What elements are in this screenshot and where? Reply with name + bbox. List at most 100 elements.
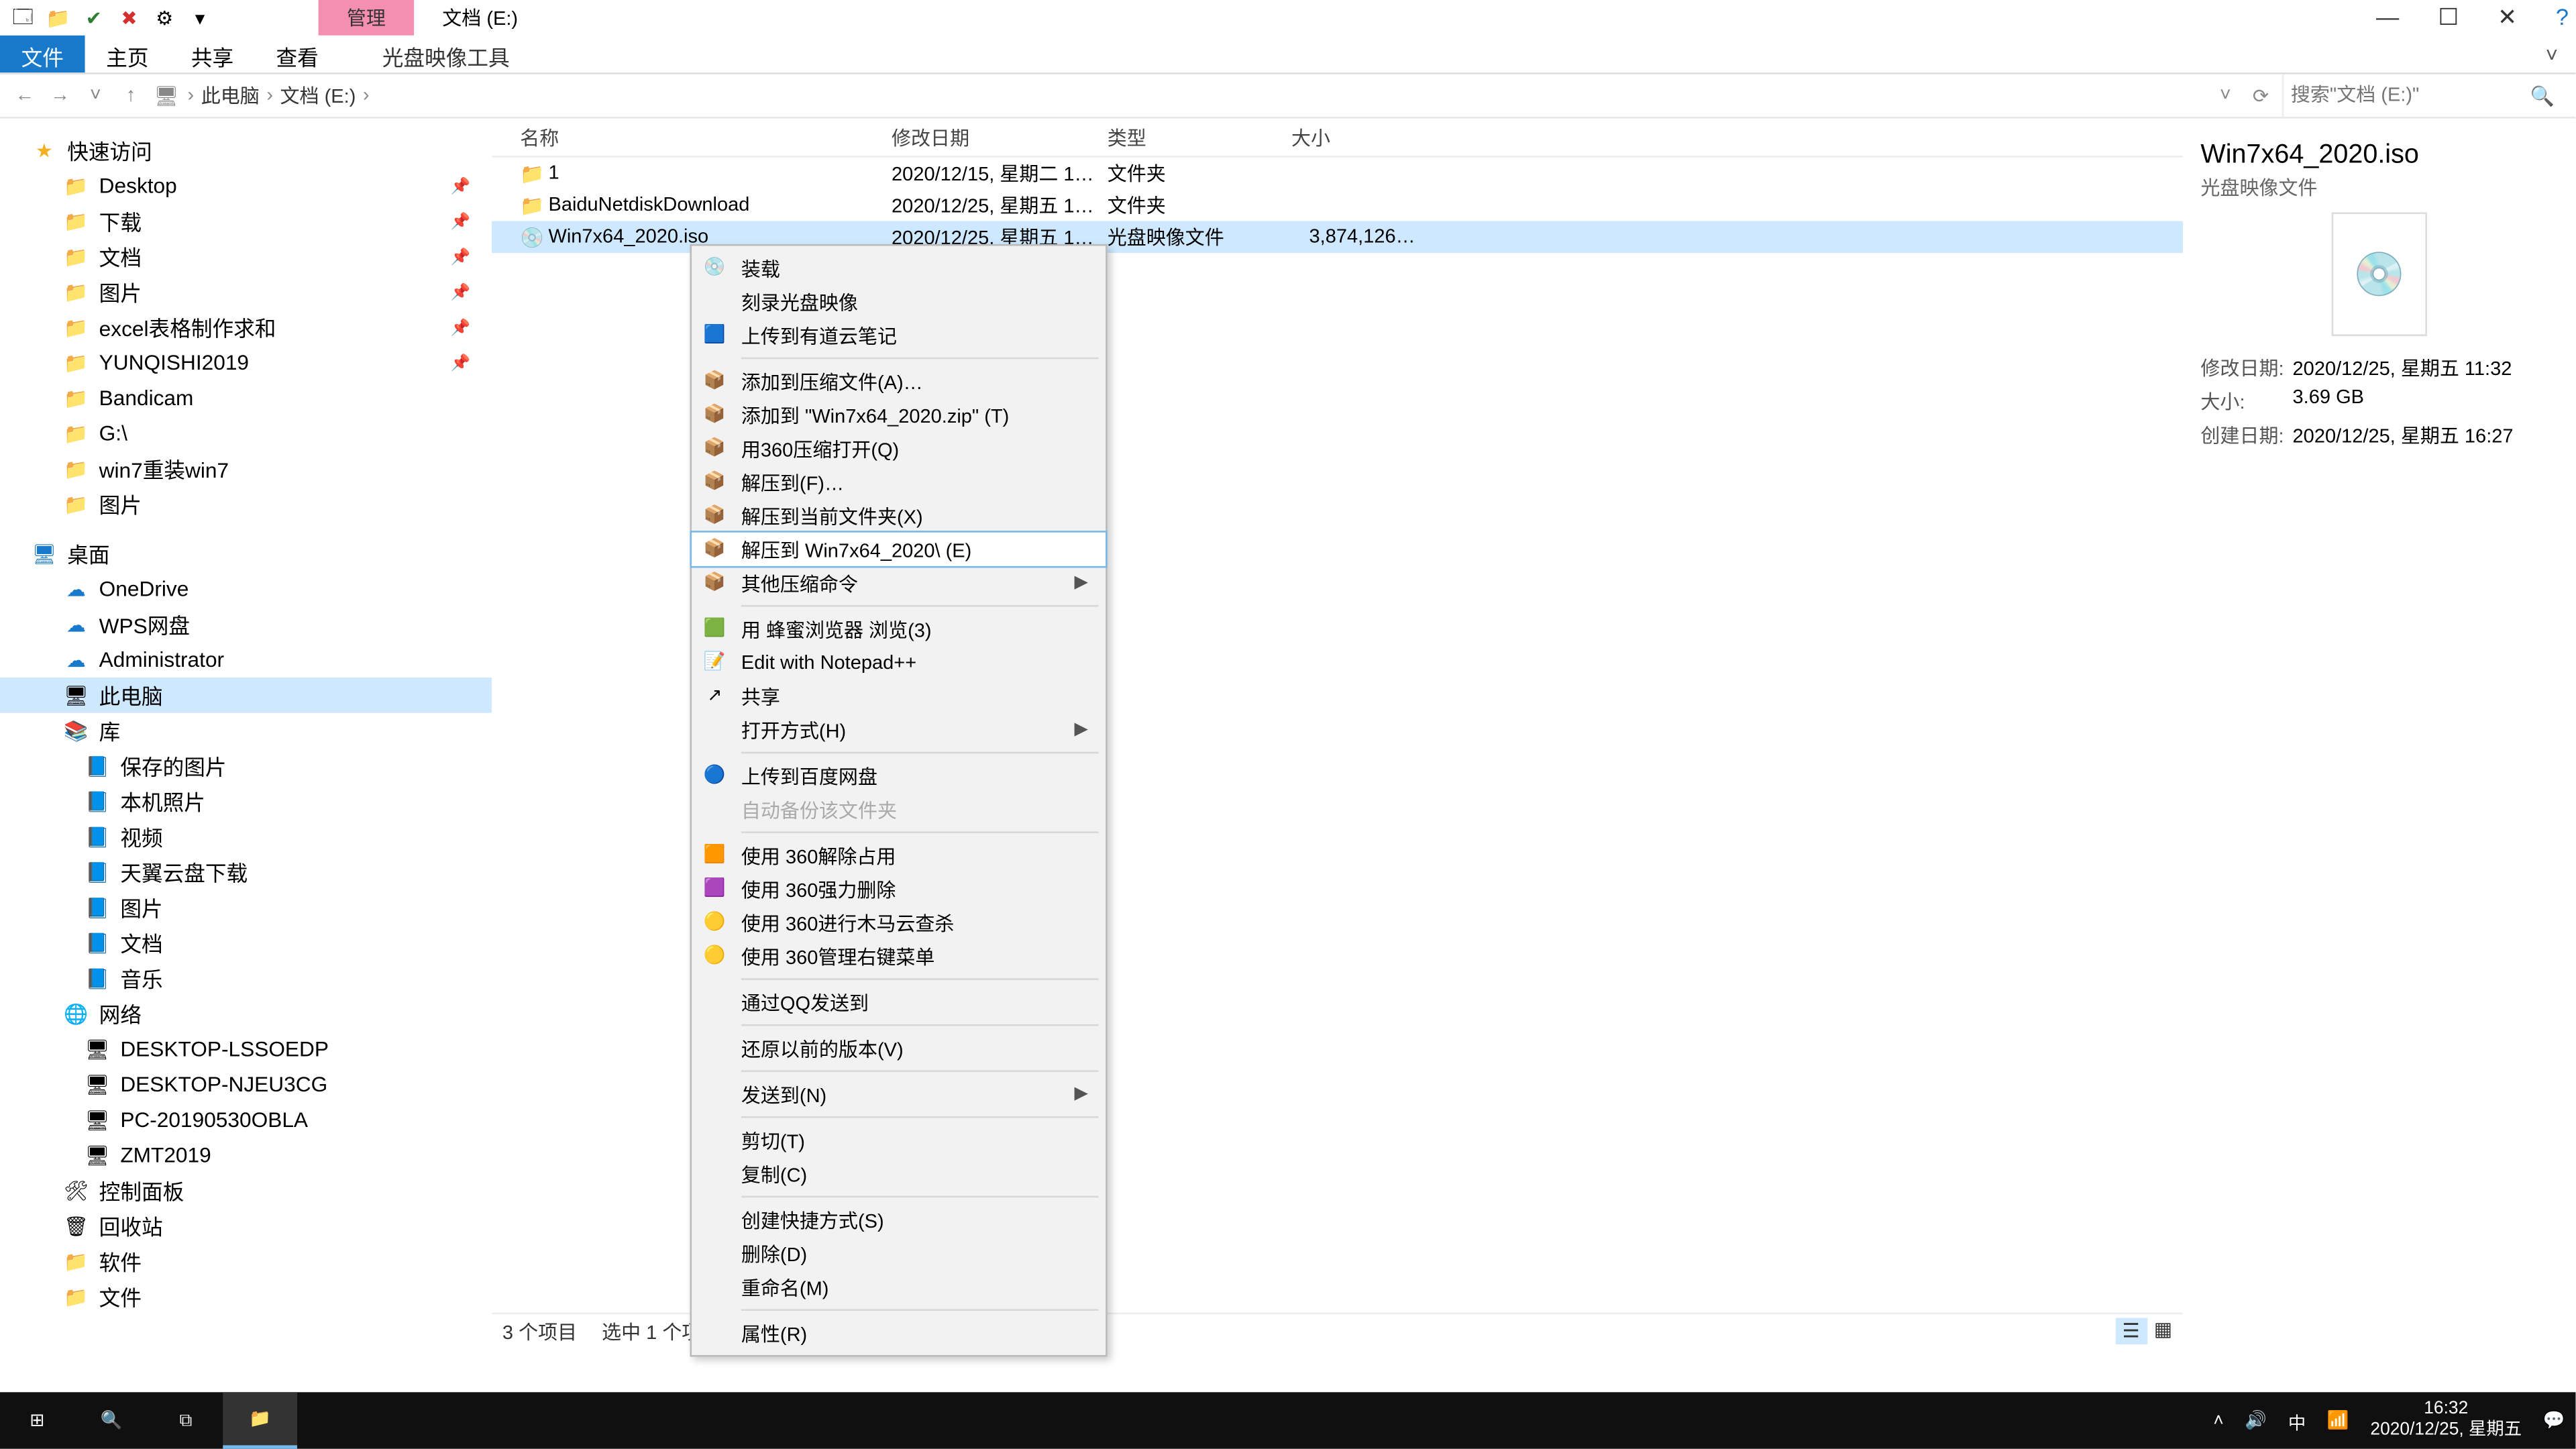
up-button[interactable]: ↑ <box>117 85 145 107</box>
menu-item[interactable]: 打开方式(H)▶ <box>692 713 1106 747</box>
nav-quick-item[interactable]: 📁文档📌 <box>0 239 492 274</box>
maximize-button[interactable]: ☐ <box>2438 3 2459 32</box>
nav-software-folder[interactable]: 📁软件 <box>0 1244 492 1279</box>
col-name[interactable]: 名称 <box>520 123 892 151</box>
context-tab-manage[interactable]: 管理 <box>319 0 414 36</box>
close-button[interactable]: ✕ <box>2498 3 2517 32</box>
menu-item[interactable]: 发送到(N)▶ <box>692 1077 1106 1111</box>
nav-library-item[interactable]: 📘天翼云盘下载 <box>0 855 492 890</box>
ribbon-tab-share[interactable]: 共享 <box>170 36 255 72</box>
close-file-icon[interactable]: ✖ <box>117 5 142 30</box>
menu-item[interactable]: 还原以前的版本(V) <box>692 1031 1106 1065</box>
col-type[interactable]: 类型 <box>1108 123 1291 151</box>
nav-libraries[interactable]: 📚库 <box>0 713 492 749</box>
ribbon-tab-file[interactable]: 文件 <box>0 36 85 72</box>
ribbon-expand-icon[interactable]: ˅ <box>2528 36 2575 72</box>
ime-indicator[interactable]: 中 <box>2288 1407 2306 1434</box>
menu-item[interactable]: 📦解压到 Win7x64_2020\ (E) <box>692 533 1106 566</box>
breadcrumb-current[interactable]: 文档 (E:) <box>280 81 356 109</box>
nav-this-pc[interactable]: 🖥此电脑 <box>0 678 492 713</box>
nav-network-item[interactable]: 🖥DESKTOP-NJEU3CG <box>0 1067 492 1102</box>
breadcrumb-thispc[interactable]: 此电脑 <box>201 81 260 109</box>
menu-item[interactable]: 🟡使用 360管理右键菜单 <box>692 939 1106 973</box>
nav-quick-item[interactable]: 📁win7重装win7 <box>0 451 492 486</box>
nav-network-item[interactable]: 🖥PC-20190530OBLA <box>0 1102 492 1138</box>
nav-quick-access[interactable]: ★快速访问 <box>0 133 492 168</box>
menu-item[interactable]: 🟡使用 360进行木马云查杀 <box>692 906 1106 939</box>
nav-quick-item[interactable]: 📁excel表格制作求和📌 <box>0 309 492 345</box>
menu-item[interactable]: 📦解压到当前文件夹(X) <box>692 499 1106 533</box>
nav-library-item[interactable]: 📘图片 <box>0 890 492 925</box>
ribbon-tab-home[interactable]: 主页 <box>85 36 170 72</box>
menu-item[interactable]: 剪切(T) <box>692 1123 1106 1157</box>
view-details-button[interactable]: ☰ <box>2115 1318 2147 1345</box>
search-box[interactable]: 🔍 <box>2282 74 2565 117</box>
menu-item[interactable]: 复制(C) <box>692 1157 1106 1191</box>
menu-item[interactable]: 🟦上传到有道云笔记 <box>692 319 1106 352</box>
nav-quick-item[interactable]: 📁Desktop📌 <box>0 168 492 204</box>
nav-network[interactable]: 🌐网络 <box>0 996 492 1032</box>
menu-item[interactable]: 📦添加到 "Win7x64_2020.zip" (T) <box>692 398 1106 431</box>
nav-library-item[interactable]: 📘保存的图片 <box>0 748 492 784</box>
address-dropdown-icon[interactable]: ˅ <box>2211 85 2239 107</box>
forward-button[interactable]: → <box>46 85 74 107</box>
menu-item[interactable]: 💿装载 <box>692 251 1106 284</box>
menu-item[interactable]: 通过QQ发送到 <box>692 985 1106 1019</box>
network-tray-icon[interactable]: 📶 <box>2327 1411 2349 1430</box>
nav-files-folder[interactable]: 📁文件 <box>0 1279 492 1315</box>
minimize-button[interactable]: — <box>2376 3 2399 32</box>
nav-quick-item[interactable]: 📁YUNQISHI2019📌 <box>0 345 492 380</box>
nav-library-item[interactable]: 📘文档 <box>0 925 492 961</box>
notification-center-icon[interactable]: 💬 <box>2543 1411 2565 1430</box>
menu-item[interactable]: 📦解压到(F)… <box>692 466 1106 499</box>
file-row[interactable]: 📁BaiduNetdiskDownload2020/12/25, 星期五 1…文… <box>492 189 2183 221</box>
start-button[interactable]: ⊞ <box>0 1392 74 1448</box>
nav-desktop[interactable]: 🖥桌面 <box>0 536 492 572</box>
qat-dropdown-icon[interactable]: ▾ <box>188 5 213 30</box>
menu-item[interactable]: 刻录光盘映像 <box>692 285 1106 319</box>
explorer-taskbar-button[interactable]: 📁 <box>223 1392 297 1448</box>
menu-item[interactable]: 🔵上传到百度网盘 <box>692 759 1106 792</box>
nav-library-item[interactable]: 📘本机照片 <box>0 784 492 819</box>
menu-item[interactable]: 🟧使用 360解除占用 <box>692 839 1106 872</box>
menu-item[interactable]: 属性(R) <box>692 1316 1106 1350</box>
nav-recycle-bin[interactable]: 🗑回收站 <box>0 1208 492 1244</box>
menu-item[interactable]: 📦其他压缩命令▶ <box>692 566 1106 600</box>
nav-library-item[interactable]: 📘视频 <box>0 819 492 855</box>
folder-icon[interactable]: 📁 <box>46 5 71 30</box>
nav-quick-item[interactable]: 📁下载📌 <box>0 203 492 239</box>
menu-item[interactable]: 删除(D) <box>692 1236 1106 1270</box>
menu-item[interactable]: 创建快捷方式(S) <box>692 1203 1106 1236</box>
file-row[interactable]: 📁12020/12/15, 星期二 1…文件夹 <box>492 158 2183 189</box>
nav-network-item[interactable]: 🖥DESKTOP-LSSOEDP <box>0 1031 492 1067</box>
menu-item[interactable]: 📦用360压缩打开(Q) <box>692 431 1106 465</box>
col-modified[interactable]: 修改日期 <box>892 123 1108 151</box>
nav-library-item[interactable]: 📘音乐 <box>0 961 492 996</box>
nav-quick-item[interactable]: 📁G:\ <box>0 416 492 451</box>
nav-desktop-item[interactable]: ☁Administrator <box>0 642 492 678</box>
search-icon[interactable]: 🔍 <box>2530 84 2555 107</box>
nav-desktop-item[interactable]: ☁WPS网盘 <box>0 606 492 642</box>
volume-icon[interactable]: 🔊 <box>2245 1411 2267 1430</box>
nav-network-item[interactable]: 🖥ZMT2019 <box>0 1138 492 1173</box>
menu-item[interactable]: 🟪使用 360强力删除 <box>692 872 1106 906</box>
nav-desktop-item[interactable]: ☁OneDrive <box>0 572 492 607</box>
recent-dropdown-icon[interactable]: ˅ <box>81 85 109 107</box>
ribbon-tab-view[interactable]: 查看 <box>255 36 340 72</box>
back-button[interactable]: ← <box>11 85 39 107</box>
taskbar-clock[interactable]: 16:32 2020/12/25, 星期五 <box>2370 1399 2522 1442</box>
menu-item[interactable]: 🟩用 蜂蜜浏览器 浏览(3) <box>692 612 1106 645</box>
menu-item[interactable]: 重命名(M) <box>692 1270 1106 1303</box>
help-icon[interactable]: ? <box>2556 3 2569 32</box>
tray-overflow-icon[interactable]: ˄ <box>2213 1411 2223 1430</box>
nav-quick-item[interactable]: 📁Bandicam <box>0 380 492 416</box>
nav-control-panel[interactable]: 🛠控制面板 <box>0 1173 492 1208</box>
view-icons-button[interactable]: ▦ <box>2154 1318 2172 1345</box>
menu-item[interactable]: ↗共享 <box>692 680 1106 713</box>
task-view-button[interactable]: ⧉ <box>149 1392 223 1448</box>
properties-icon[interactable]: ⚙ <box>152 5 177 30</box>
nav-quick-item[interactable]: 📁图片 <box>0 486 492 522</box>
check-icon[interactable]: ✔ <box>81 5 106 30</box>
refresh-button[interactable]: ⟳ <box>2247 84 2275 107</box>
col-size[interactable]: 大小 <box>1291 123 1433 151</box>
